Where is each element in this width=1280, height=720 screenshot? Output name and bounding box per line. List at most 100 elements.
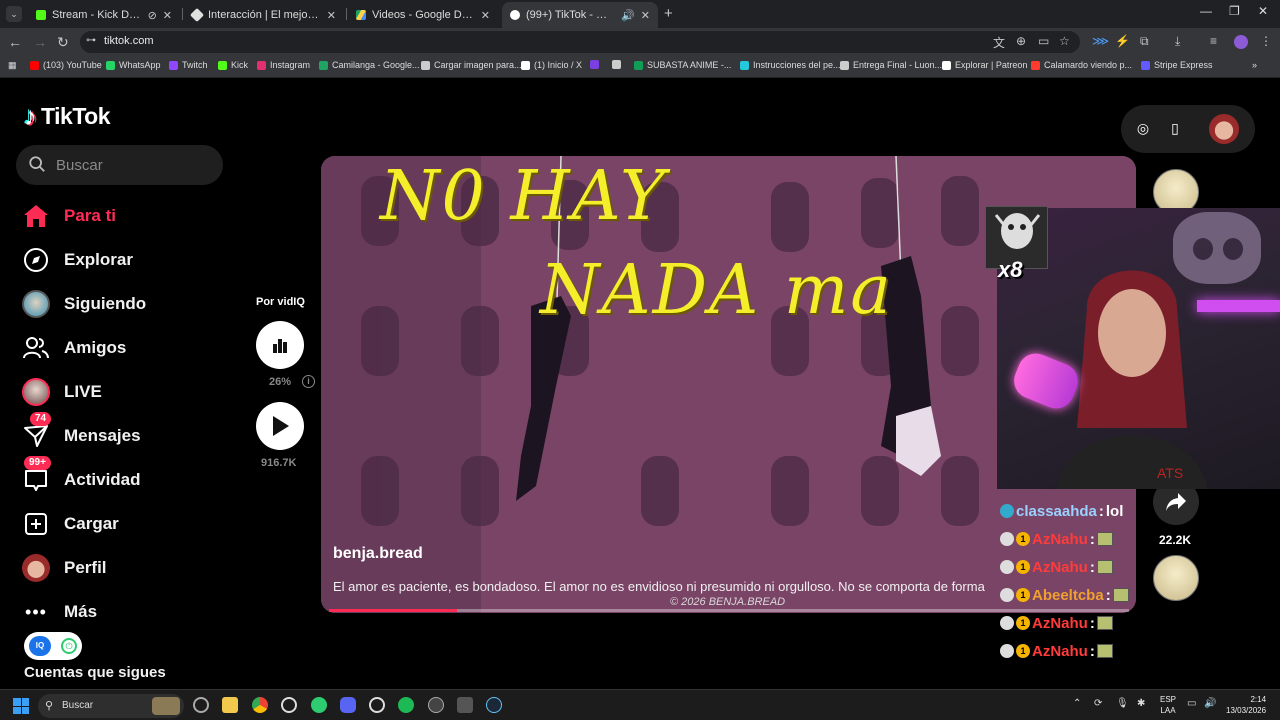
bookmark-item[interactable] [590, 60, 603, 69]
search-input[interactable] [56, 145, 216, 185]
bookmark-item[interactable]: (103) YouTube [30, 60, 102, 70]
bookmark-item[interactable]: SUBASTA ANIME -... [634, 60, 731, 70]
bookmark-item[interactable] [612, 60, 625, 69]
steam-icon[interactable] [486, 697, 502, 713]
restore-icon[interactable]: ❐ [1229, 4, 1240, 18]
close-tab-icon[interactable]: ✕ [163, 9, 172, 22]
app-icon-2[interactable] [457, 697, 473, 713]
bookmark-item[interactable]: Kick [218, 60, 248, 70]
nav-live[interactable]: LIVE [20, 375, 220, 409]
zoom-icon[interactable]: ⊕ [1016, 34, 1026, 48]
site-info-icon[interactable]: ⊶ [86, 35, 100, 49]
play-views-button[interactable] [256, 402, 304, 450]
forward-icon[interactable]: → [33, 34, 47, 50]
nav-actividad[interactable]: 99+ Actividad [20, 456, 220, 497]
bookmark-item[interactable]: Cargar imagen para... [421, 60, 522, 70]
downloads-icon[interactable]: ⤓ [1175, 34, 1180, 49]
video-author[interactable]: benja.bread [333, 545, 423, 563]
clock[interactable]: 2:14 13/03/2026 [1226, 694, 1266, 716]
reading-list-icon[interactable]: ≡ [1210, 34, 1217, 48]
tiktok-logo[interactable]: ♪ TikTok [24, 101, 111, 132]
vidiq-toggle[interactable]: IQ ⏻ [24, 632, 82, 660]
vidiq-stats-button[interactable] [256, 321, 304, 369]
address-bar[interactable]: ⊶ tiktok.com [80, 31, 1080, 53]
new-tab-button[interactable]: + [664, 5, 673, 22]
close-window-icon[interactable]: ✕ [1258, 4, 1268, 18]
bookmark-item[interactable]: Entrega Final - Luon... [840, 60, 942, 70]
reload-icon[interactable]: ↻ [57, 34, 69, 51]
chrome-icon[interactable] [252, 697, 268, 713]
nav-label: Actividad [64, 470, 141, 489]
nav-mensajes[interactable]: 74 Mensajes [20, 412, 220, 453]
minimize-icon[interactable]: — [1200, 4, 1212, 18]
spotify-icon[interactable] [398, 697, 414, 713]
close-tab-icon[interactable]: ✕ [481, 9, 490, 22]
bookmark-label: Entrega Final - Luon... [853, 60, 943, 70]
menu-icon[interactable]: ⋮ [1260, 34, 1272, 48]
app-green-icon[interactable] [311, 697, 327, 713]
bookmark-item[interactable]: Stripe Express [1141, 60, 1213, 70]
windows-start-icon[interactable] [13, 698, 29, 714]
nav-siguiendo[interactable]: Siguiendo [20, 287, 220, 321]
volume-icon[interactable]: 🔊 [1204, 698, 1216, 709]
extension-icon[interactable]: ⚡ [1115, 34, 1130, 48]
taskbar-search[interactable]: ⚲ Buscar [38, 694, 184, 718]
network-icon[interactable]: ▭ [1187, 698, 1196, 709]
nav-amigos[interactable]: Amigos [20, 331, 220, 365]
bookmark-item[interactable]: Twitch [169, 60, 208, 70]
language-indicator[interactable]: ESP LAA [1160, 694, 1176, 716]
nav-explorar[interactable]: Explorar [20, 243, 220, 277]
power-icon[interactable]: ⏻ [61, 638, 77, 654]
tab-search-button[interactable]: ⌄ [6, 6, 22, 22]
bookmark-item[interactable]: Camilanga - Google... [319, 60, 420, 70]
tab-interaccion[interactable]: Interacción | El mejor software para ✕ [184, 2, 344, 28]
bookmark-item[interactable]: Calamardo viendo p... [1031, 60, 1132, 70]
info-icon[interactable]: i [302, 375, 315, 388]
music-disc-avatar[interactable] [1153, 555, 1199, 601]
back-icon[interactable]: ← [8, 34, 22, 50]
bookmark-item[interactable]: WhatsApp [106, 60, 161, 70]
tray-chevron-icon[interactable]: ⌃ [1073, 698, 1081, 709]
close-tab-icon[interactable]: ✕ [327, 9, 336, 22]
file-explorer-icon[interactable] [222, 697, 238, 713]
tiktok-coin-icon[interactable]: ◎ [1135, 120, 1151, 136]
tab-kick-dashboard[interactable]: Stream - Kick Dashboard ⊘ ✕ [28, 2, 180, 28]
audio-playing-icon[interactable]: 🔊 [621, 9, 635, 22]
url-text[interactable]: tiktok.com [104, 35, 154, 47]
obs-icon-2[interactable] [369, 697, 385, 713]
app-icon[interactable] [193, 697, 209, 713]
tray-sync-icon[interactable]: ⟳ [1094, 698, 1102, 709]
obs-icon[interactable] [281, 697, 297, 713]
bookmark-item[interactable]: Instrucciones del pe... [740, 60, 841, 70]
bookmark-item[interactable]: Instagram [257, 60, 310, 70]
close-tab-icon[interactable]: ✕ [641, 9, 650, 22]
bookmark-item[interactable]: (1) Inicio / X [521, 60, 582, 70]
nav-perfil[interactable]: Perfil [20, 551, 220, 585]
tab-tiktok[interactable]: (99+) TikTok - Make Your Day 🔊 ✕ [502, 2, 658, 28]
nav-cargar[interactable]: Cargar [20, 507, 220, 541]
nav-mas[interactable]: ••• Más [20, 595, 220, 629]
bookmark-item[interactable]: Explorar | Patreon [942, 60, 1027, 70]
nav-label: LIVE [64, 382, 102, 401]
search-box[interactable] [16, 145, 223, 185]
google-drive-favicon-icon [356, 10, 366, 20]
extensions-puzzle-icon[interactable]: ⧉ [1140, 34, 1149, 49]
video-progress-fill [329, 609, 457, 612]
profile-avatar-icon[interactable] [1234, 35, 1248, 49]
bookmark-star-icon[interactable]: ☆ [1059, 34, 1070, 48]
translate-icon[interactable]: 文 [993, 34, 1005, 51]
user-avatar[interactable] [1209, 114, 1239, 144]
tab-google-drive[interactable]: Videos - Google Drive ✕ [348, 2, 498, 28]
discord-icon[interactable] [340, 697, 356, 713]
cast-icon[interactable]: ▭ [1038, 34, 1049, 48]
bluetooth-icon[interactable]: ✱ [1137, 698, 1145, 709]
apps-icon[interactable]: ▦ [8, 60, 17, 71]
audio-app-icon[interactable] [428, 697, 444, 713]
streamer-image: ATS [1057, 270, 1207, 489]
mute-icon[interactable]: ⊘ [148, 9, 157, 22]
nav-para-ti[interactable]: Para ti [20, 199, 220, 233]
more-bookmarks-icon[interactable]: » [1252, 60, 1257, 70]
phone-icon[interactable]: ▯ [1167, 120, 1183, 136]
extension-vidiq-icon[interactable]: ⋙ [1092, 34, 1109, 48]
microphone-tray-icon[interactable]: 🎙 [1116, 698, 1129, 709]
